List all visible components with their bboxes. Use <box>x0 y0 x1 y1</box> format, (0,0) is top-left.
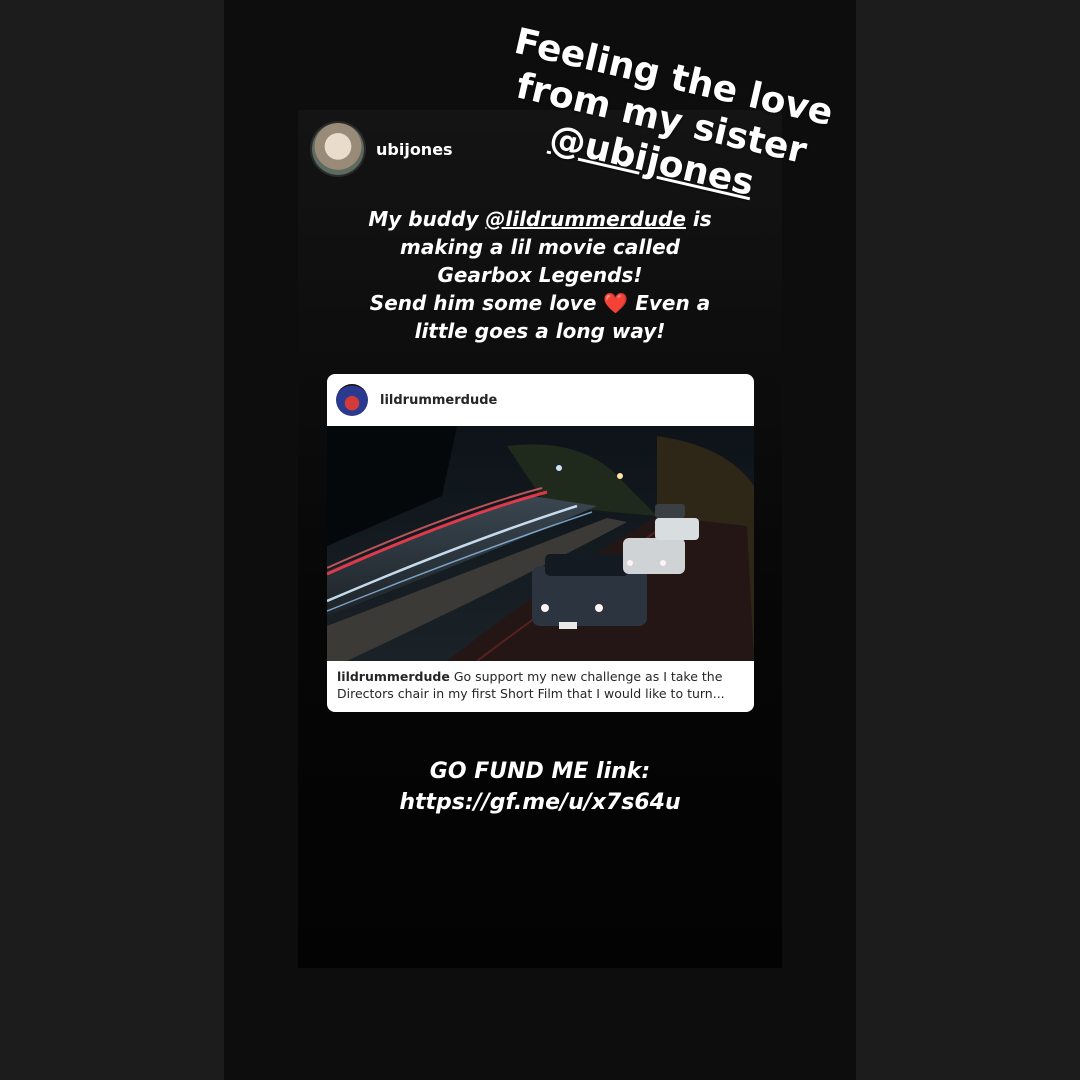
message-suffix: is <box>685 207 712 231</box>
caption-line-1: lildrummerdude Go support my new challen… <box>337 668 744 685</box>
fund-link[interactable]: https://gf.me/u/x7s64u <box>340 787 740 818</box>
story-header[interactable]: ubijones <box>312 123 453 175</box>
story-username[interactable]: ubijones <box>376 140 453 159</box>
post-header[interactable]: lildrummerdude <box>327 374 754 426</box>
avatar[interactable] <box>336 384 368 416</box>
message-line-4: Send him some love ❤️ Even a <box>330 289 750 317</box>
avatar[interactable] <box>312 123 364 175</box>
post-username[interactable]: lildrummerdude <box>380 393 497 408</box>
heart-icon: ❤️ <box>603 291 629 315</box>
message-line-2: making a lil movie called <box>400 235 680 259</box>
message-line-5: little goes a long way! <box>414 319 666 343</box>
message-line-4-prefix: Send him some love <box>369 291 604 315</box>
fund-label: GO FUND ME link: <box>429 759 651 784</box>
message-prefix: My buddy <box>368 207 486 231</box>
mention-link[interactable]: @lildrummerdude <box>485 207 686 231</box>
message-line-3: Gearbox Legends! <box>437 263 643 287</box>
caption-username[interactable]: lildrummerdude <box>337 669 450 684</box>
post-caption: lildrummerdude Go support my new challen… <box>327 661 754 702</box>
story-message: My buddy @lildrummerdude is making a lil… <box>330 205 750 345</box>
caption-line-2: Directors chair in my first Short Film t… <box>337 686 725 701</box>
message-line-1: My buddy @lildrummerdude is <box>330 205 750 233</box>
post-image[interactable] <box>327 426 754 661</box>
message-line-4-suffix: Even a <box>628 291 711 315</box>
caption-text-1: Go support my new challenge as I take th… <box>449 669 723 684</box>
shared-post-card[interactable]: lildrummerdude lildrummerdude Go support… <box>327 374 754 712</box>
fund-block: GO FUND ME link: https://gf.me/u/x7s64u <box>340 756 740 818</box>
